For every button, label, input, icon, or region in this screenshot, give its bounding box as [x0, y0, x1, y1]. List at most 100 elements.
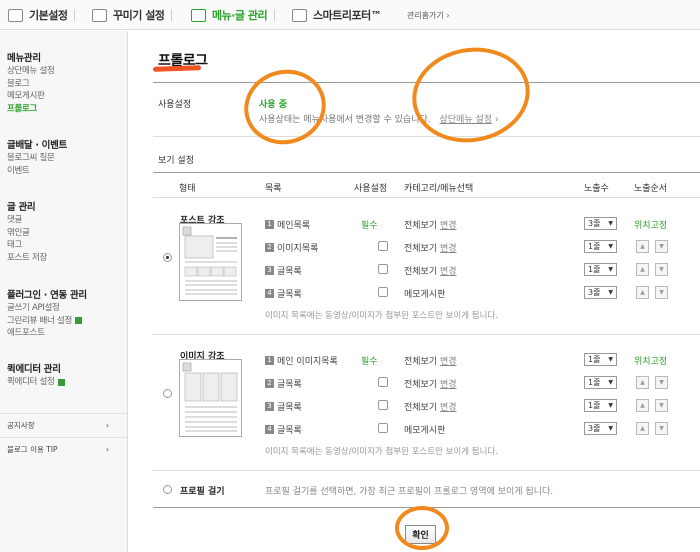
sidebar-group-title: 글 관리 — [7, 202, 36, 213]
sidebar-item-comments[interactable]: 댓글 — [7, 214, 47, 227]
sidebar-blog-tip-link[interactable]: 블로그 이용 TIP › — [0, 437, 127, 461]
row-3-usage-checkbox[interactable] — [378, 264, 388, 274]
image-emphasis-layout-thumbnail — [179, 359, 242, 437]
header-form: 형태 — [179, 184, 196, 194]
move-up-button[interactable]: ▲ — [636, 376, 649, 389]
image-emphasis-radio[interactable] — [163, 389, 172, 398]
admin-home-link[interactable]: 관리홈가기 › — [407, 0, 450, 30]
profile-description: 프로필 걸기를 선택하면, 가장 최근 프로필이 프롤로그 영역에 보이게 됩니… — [265, 487, 554, 497]
tab-menu-post-management[interactable]: 메뉴·글 관리 — [191, 0, 276, 30]
tip-label: 블로그 이용 TIP — [7, 445, 58, 454]
sidebar-item-blog[interactable]: 블로그 — [7, 78, 55, 91]
row-1-change-link[interactable]: 변경 — [440, 357, 457, 367]
chevron-right-icon: › — [106, 421, 109, 430]
row-2-count-select[interactable]: 1줄 ▼ — [584, 240, 617, 253]
sidebar-item-event[interactable]: 이벤트 — [7, 165, 67, 178]
row-2-change-link[interactable]: 변경 — [440, 244, 457, 254]
image-list-note: 이미지 목록에는 동영상/이미지가 첨부된 포스트만 보이게 됩니다. — [265, 311, 498, 321]
row-4-usage-checkbox[interactable] — [378, 423, 388, 433]
row-1-count-select[interactable]: 3줄 ▼ — [584, 217, 617, 230]
row-2-category: 전체보기 변경 — [404, 380, 457, 390]
settings-icon — [8, 8, 23, 22]
tab-design-settings[interactable]: 꾸미기 설정 — [92, 0, 173, 30]
row-2-category: 전체보기 변경 — [404, 244, 457, 254]
sidebar-item-tags[interactable]: 태그 — [7, 239, 47, 252]
header-usage: 사용설정 — [354, 184, 388, 194]
row-3-change-link[interactable]: 변경 — [440, 403, 457, 413]
divider — [153, 82, 700, 83]
tab-label: 기본설정 — [29, 9, 68, 22]
move-down-button[interactable]: ▼ — [655, 399, 668, 412]
tab-label: 꾸미기 설정 — [113, 9, 165, 22]
divider — [153, 334, 700, 335]
sidebar-item-adpost[interactable]: 애드포스트 — [7, 327, 87, 340]
row-2-usage-checkbox[interactable] — [378, 377, 388, 387]
annotation-circle — [404, 38, 538, 152]
confirm-button[interactable]: 확인 — [405, 525, 436, 544]
row-1-required: 필수 — [361, 357, 378, 367]
row-2-usage-checkbox[interactable] — [378, 241, 388, 251]
move-down-button[interactable]: ▼ — [655, 240, 668, 253]
move-up-button[interactable]: ▲ — [636, 240, 649, 253]
image-list-note: 이미지 목록에는 동영상/이미지가 첨부된 포스트만 보이게 됩니다. — [265, 447, 498, 457]
row-3-usage-checkbox[interactable] — [378, 400, 388, 410]
row-1-count-select[interactable]: 1줄 ▼ — [584, 353, 617, 366]
sidebar-item-green-review-banner[interactable]: 그린리뷰 배너 설정 — [7, 315, 87, 328]
row-4-count-select[interactable]: 3줄 ▼ — [584, 422, 617, 435]
sidebar-item-post-save[interactable]: 포스트 저장 — [7, 252, 47, 265]
row-3-count-select[interactable]: 1줄 ▼ — [584, 399, 617, 412]
move-up-button[interactable]: ▲ — [636, 263, 649, 276]
sidebar-item-trackbacks[interactable]: 엮인글 — [7, 227, 47, 240]
row-4-count-select[interactable]: 3줄 ▼ — [584, 286, 617, 299]
row-1-name: 1 메인 이미지목록 — [265, 354, 338, 367]
row-3-category: 전체보기 변경 — [404, 267, 457, 277]
row-2-change-link[interactable]: 변경 — [440, 380, 457, 390]
row-3-name: 3 글목록 — [265, 264, 302, 277]
header-order: 노출순서 — [634, 184, 668, 194]
sidebar-item-top-menu-settings[interactable]: 상단메뉴 설정 — [7, 65, 55, 78]
sidebar-item-prologue[interactable]: 프롤로그 — [7, 103, 55, 116]
row-4-category: 메모게시판 — [404, 426, 446, 436]
divider — [153, 172, 700, 173]
row-3-category: 전체보기 변경 — [404, 403, 457, 413]
row-3-count-select[interactable]: 1줄 ▼ — [584, 263, 617, 276]
sidebar-item-blog-question[interactable]: 블로그씨 질문 — [7, 152, 67, 165]
usage-desc-text: 사용상태는 메뉴사용에서 변경할 수 있습니다. — [259, 115, 431, 125]
tab-smart-reporter[interactable]: 스마트리포터™ — [292, 0, 382, 30]
header-count: 노출수 — [584, 184, 609, 194]
sidebar-group-plugins: 플러그인 · 연동 관리 글쓰기 API설정 그린리뷰 배너 설정 애드포스트 — [7, 289, 87, 340]
move-down-button[interactable]: ▼ — [655, 376, 668, 389]
post-emphasis-layout-thumbnail — [179, 223, 242, 301]
tab-basic-settings[interactable]: 기본설정 — [8, 0, 76, 30]
row-2-name: 2 이미지목록 — [265, 241, 318, 254]
move-down-button[interactable]: ▼ — [655, 263, 668, 276]
tab-label: 메뉴·글 관리 — [212, 9, 268, 22]
sidebar-item-quick-editor-settings[interactable]: 퀵에디터 설정 — [7, 376, 65, 389]
row-2-count-select[interactable]: 1줄 ▼ — [584, 376, 617, 389]
sidebar-group-title: 메뉴관리 — [7, 53, 41, 64]
row-4-usage-checkbox[interactable] — [378, 287, 388, 297]
post-emphasis-radio[interactable] — [163, 253, 172, 262]
sidebar-item-write-api[interactable]: 글쓰기 API설정 — [7, 302, 87, 315]
move-up-button[interactable]: ▲ — [636, 422, 649, 435]
sidebar-group-quick-editor: 퀵에디터 관리 퀵에디터 설정 — [7, 363, 65, 389]
profile-radio[interactable] — [163, 485, 172, 494]
sidebar-group-events: 글배달 · 이벤트 블로그씨 질문 이벤트 — [7, 139, 67, 177]
sidebar-item-memo-board[interactable]: 메모게시판 — [7, 90, 55, 103]
sidebar-group-posts: 글 관리 댓글 엮인글 태그 포스트 저장 — [7, 201, 47, 264]
divider — [153, 507, 700, 508]
move-up-button[interactable]: ▲ — [636, 286, 649, 299]
row-3-change-link[interactable]: 변경 — [440, 267, 457, 277]
move-down-button[interactable]: ▼ — [655, 286, 668, 299]
divider — [153, 197, 700, 198]
move-up-button[interactable]: ▲ — [636, 399, 649, 412]
top-menu-settings-link[interactable]: 상단메뉴 설정 — [440, 115, 493, 125]
menu-icon — [191, 8, 206, 22]
usage-settings-label: 사용설정 — [158, 100, 192, 110]
move-down-button[interactable]: ▼ — [655, 422, 668, 435]
row-1-change-link[interactable]: 변경 — [440, 221, 457, 231]
sidebar-notice-link[interactable]: 공지사항 › — [0, 413, 127, 437]
row-1-category: 전체보기 변경 — [404, 357, 457, 367]
sidebar: 메뉴관리 상단메뉴 설정 블로그 메모게시판 프롤로그 글배달 · 이벤트 블로… — [0, 31, 128, 552]
row-1-order-fixed: 위치고정 — [634, 221, 668, 231]
